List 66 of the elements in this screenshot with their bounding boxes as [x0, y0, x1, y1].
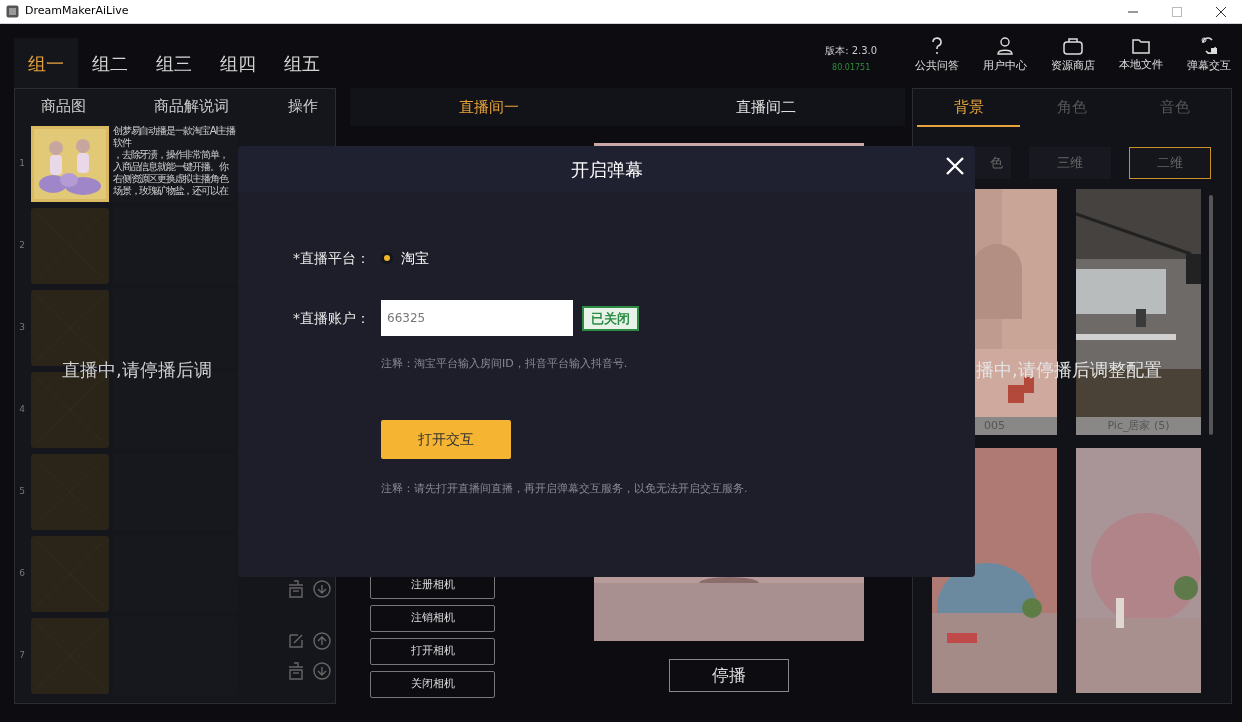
version-label: 版本: 2.3.0 [825, 43, 878, 58]
hint-text: 注释：请先打开直播间直播，再开启弹幕交互服务，以免无法开启交互服务. [381, 480, 749, 497]
folder-icon [1132, 38, 1150, 55]
row-number: 2 [18, 239, 26, 253]
stop-button[interactable]: 停播 [669, 659, 789, 692]
camera-button[interactable]: 打开相机 [370, 638, 495, 665]
close-icon [945, 156, 965, 176]
build-number: 80.01751 [832, 61, 871, 74]
window-title: DreamMakerAiLive [25, 3, 129, 20]
field-label: *直播平台： [293, 248, 371, 268]
group-tab[interactable]: 组五 [270, 38, 334, 88]
toolbar-button[interactable]: 用户中心 [972, 37, 1038, 75]
row-number: 1 [18, 157, 26, 171]
group-tab[interactable]: 组三 [142, 38, 206, 88]
description-line: 场景，玫瑰矿物盐，还可以在 [113, 185, 229, 197]
toolbar-button[interactable]: 弹幕交互 [1176, 37, 1242, 75]
app-icon [6, 5, 19, 18]
group-tab[interactable]: 组二 [78, 38, 142, 88]
status-notice: 直播中,请停播后调 [62, 358, 212, 382]
user-icon [997, 37, 1013, 56]
toolbar-button[interactable]: 本地文件 [1108, 38, 1174, 74]
scrollbar[interactable] [1209, 195, 1213, 435]
edit-icon[interactable] [288, 633, 304, 649]
maximize-icon[interactable] [1172, 6, 1182, 17]
group-tab[interactable]: 组四 [206, 38, 270, 88]
image-placeholder-icon [31, 618, 109, 694]
hint-text: 注释：淘宝平台输入房间ID，抖音平台输入抖音号. [381, 356, 629, 372]
row-number: 4 [18, 403, 26, 417]
image-placeholder-icon [31, 536, 109, 612]
room-tab[interactable]: 直播间二 [627, 88, 905, 126]
bag-icon [1063, 37, 1083, 56]
primary-button[interactable]: 打开交互 [381, 419, 511, 459]
arrow-down-circle-icon[interactable] [313, 580, 331, 598]
column-header: 操作 [287, 95, 319, 117]
radio-option[interactable]: 淘宝 [381, 247, 429, 269]
field-label: *直播账户： [293, 308, 371, 328]
description-line: ，去除牙渍，操作非常简单， [113, 149, 229, 161]
dialog-title: 开启弹幕 [570, 157, 643, 182]
room-tab[interactable]: 直播间一 [350, 88, 628, 126]
image-placeholder-icon [31, 454, 109, 530]
description-line: 创梦易自动播是一款淘宝AI主播软件 [113, 125, 237, 149]
camera-button[interactable]: 关闭相机 [370, 671, 495, 698]
resource-tab[interactable]: 背景 [917, 89, 1021, 127]
group-tab[interactable]: 组一 [14, 38, 78, 88]
toolbar-button[interactable]: 资源商店 [1040, 37, 1106, 75]
toolbar-button[interactable]: 公共问答 [904, 37, 970, 75]
basket-icon[interactable] [288, 662, 304, 680]
row-number: 5 [18, 485, 26, 499]
row-number: 6 [18, 567, 26, 581]
column-header: 商品解说词 [152, 95, 230, 117]
description-line: 右侧资源区更换虚拟主播角色 [113, 173, 229, 185]
description-line: 入商品信息就能一键开播。你 [113, 161, 229, 173]
arrow-up-circle-icon[interactable] [313, 632, 331, 650]
column-header: 商品图 [39, 95, 87, 117]
row-number: 7 [18, 649, 26, 663]
status-badge: 已关闭 [582, 305, 639, 331]
image-placeholder-icon [31, 208, 109, 284]
arrow-down-circle-icon[interactable] [313, 662, 331, 680]
account-field[interactable]: 66325 [381, 300, 573, 336]
close-icon[interactable] [1216, 6, 1226, 17]
row-number: 3 [18, 321, 26, 335]
basket-icon[interactable] [288, 580, 304, 598]
radio-button[interactable] [381, 252, 393, 264]
camera-button[interactable]: 注销相机 [370, 605, 495, 632]
help-icon [929, 37, 945, 56]
chat-swap-icon [1200, 37, 1218, 56]
